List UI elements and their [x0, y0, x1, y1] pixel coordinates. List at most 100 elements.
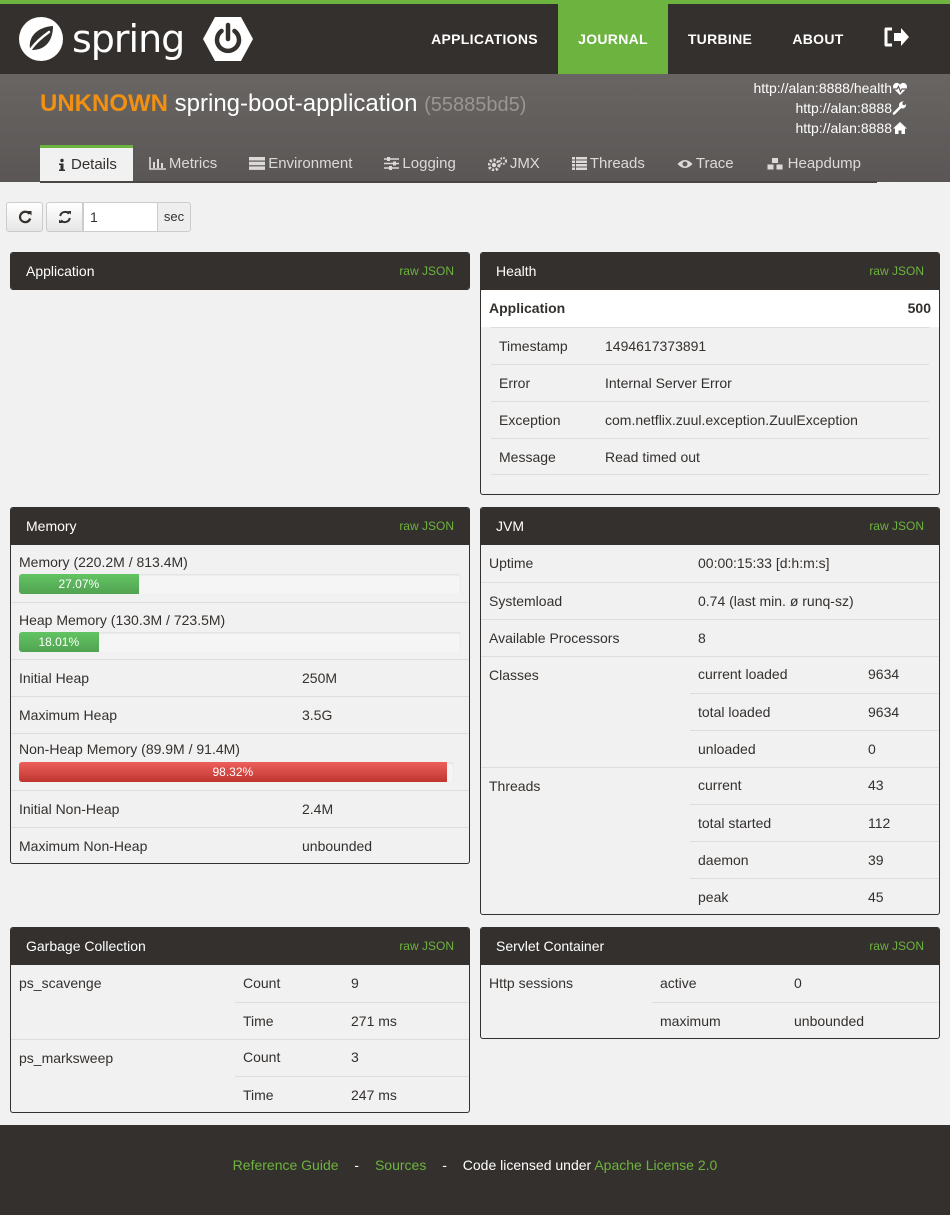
navbar: spring APPLICATIONS JOURNAL TURBINE ABOU…	[0, 4, 950, 74]
tab-heapdump[interactable]: Heapdump	[750, 145, 877, 182]
cubes-icon	[766, 156, 784, 170]
servlet-subrow: maximum unbounded	[652, 1002, 939, 1038]
memory-key: Initial Non-Heap	[19, 801, 120, 817]
raw-json-link[interactable]: raw JSON	[869, 253, 924, 290]
health-summary-label: Application	[489, 300, 566, 316]
gc-metric-key: Count	[243, 975, 281, 991]
health-status-code: 500	[907, 300, 931, 316]
health-value: Read timed out	[605, 449, 700, 465]
jvm-value: 8	[698, 630, 706, 646]
refresh-interval-input[interactable]	[83, 202, 157, 232]
health-url-link[interactable]: http://alan:8888/health	[753, 80, 892, 96]
panel-header: Memory raw JSON	[11, 508, 469, 545]
memory-total-row: Memory (220.2M / 813.4M) 27.07%	[11, 545, 469, 603]
systemload-row: Systemload 0.74 (last min. ø runq-sz)	[481, 582, 939, 619]
tab-label: Metrics	[168, 154, 218, 172]
sliders-icon	[384, 157, 400, 170]
memory-panel: Memory raw JSON Memory (220.2M / 813.4M)…	[10, 507, 470, 864]
health-summary-row: Application 500	[481, 290, 939, 327]
memory-key: Maximum Non-Heap	[19, 838, 148, 854]
raw-json-link[interactable]: raw JSON	[869, 508, 924, 545]
refresh-controls: sec	[6, 202, 191, 232]
jvm-panel: JVM raw JSON Uptime 00:00:15:33 [d:h:m:s…	[480, 507, 940, 915]
gc-metric-row: Time 247 ms	[235, 1076, 469, 1112]
jvm-subkey: current loaded	[698, 666, 788, 682]
health-value: com.netflix.zuul.exception.ZuulException	[605, 412, 858, 428]
refresh-button[interactable]	[6, 202, 43, 232]
memory-value: 2.4M	[302, 801, 334, 817]
health-row: Message Read timed out	[491, 438, 929, 475]
gc-metric-value: 3	[351, 1049, 359, 1065]
raw-json-link[interactable]: raw JSON	[399, 508, 454, 545]
management-url-link[interactable]: http://alan:8888	[795, 100, 892, 116]
nav-about[interactable]: ABOUT	[778, 4, 858, 74]
nav-turbine[interactable]: TURBINE	[675, 4, 765, 74]
auto-refresh-button[interactable]	[46, 202, 83, 232]
gc-metric-row: Time 271 ms	[235, 1002, 469, 1039]
tab-details[interactable]: Details	[40, 145, 133, 182]
servlet-container-panel: Servlet Container raw JSON Http sessions…	[480, 927, 940, 1039]
panel-title: Servlet Container	[496, 938, 605, 954]
threads-subrow: total started 112	[690, 804, 939, 841]
heap-progress: 18.01%	[19, 632, 461, 652]
logout-icon[interactable]	[880, 22, 912, 52]
tab-metrics[interactable]: Metrics	[133, 145, 233, 182]
jvm-subvalue: 39	[868, 852, 884, 868]
detail-tabs: Details Metrics Environment Logging JMX …	[40, 145, 877, 182]
threads-subrow: peak 45	[690, 878, 939, 914]
nav-applications[interactable]: APPLICATIONS	[418, 4, 551, 74]
reference-guide-link[interactable]: Reference Guide	[233, 1157, 339, 1173]
footer-separator: -	[354, 1157, 360, 1173]
jvm-subkey: total started	[698, 815, 772, 831]
jvm-key: Available Processors	[489, 630, 620, 646]
jvm-subkey: daemon	[698, 852, 749, 868]
gc-metric-key: Time	[243, 1013, 274, 1029]
memory-value: unbounded	[302, 838, 373, 854]
tab-logging[interactable]: Logging	[368, 145, 471, 182]
tab-label: JMX	[509, 154, 540, 172]
raw-json-link[interactable]: raw JSON	[399, 928, 454, 965]
footer: Reference Guide - Sources - Code license…	[0, 1125, 950, 1215]
tab-label: Trace	[695, 154, 734, 172]
service-url-link[interactable]: http://alan:8888	[795, 120, 892, 136]
jvm-subvalue: 9634	[868, 666, 900, 682]
panel-header: Servlet Container raw JSON	[481, 928, 939, 965]
memory-value: 250M	[302, 670, 338, 686]
jvm-value: 00:00:15:33 [d:h:m:s]	[698, 555, 830, 571]
apache-license-link[interactable]: Apache License 2.0	[594, 1157, 717, 1173]
jvm-subkey: unloaded	[698, 741, 756, 757]
nonheap-progress: 98.32%	[19, 762, 454, 782]
tab-label: Details	[71, 156, 117, 173]
application-panel: Application raw JSON	[10, 252, 470, 290]
heap-progress-fill: 18.01%	[19, 632, 99, 652]
tab-threads[interactable]: Threads	[556, 145, 661, 182]
nonheap-memory-row: Non-Heap Memory (89.9M / 91.4M) 98.32%	[11, 733, 469, 791]
spring-logo[interactable]: spring	[18, 14, 185, 64]
logo-text: spring	[72, 17, 185, 61]
gc-metric-row: Count 9	[235, 965, 469, 1002]
gc-metric-key: Time	[243, 1087, 274, 1103]
gc-metric-value: 247 ms	[351, 1087, 397, 1103]
health-value: 1494617373891	[605, 338, 707, 354]
sources-link[interactable]: Sources	[375, 1157, 426, 1173]
panel-title: Memory	[26, 518, 77, 534]
tab-jmx[interactable]: JMX	[472, 145, 556, 182]
wrench-icon	[892, 101, 906, 115]
raw-json-link[interactable]: raw JSON	[869, 928, 924, 965]
raw-json-link[interactable]: raw JSON	[399, 253, 454, 289]
servlet-subvalue: unbounded	[794, 1013, 865, 1029]
tab-trace[interactable]: Trace	[661, 145, 750, 182]
nav-journal[interactable]: JOURNAL	[558, 4, 668, 74]
health-panel: Health raw JSON Application 500 Timestam…	[480, 252, 940, 495]
sync-icon	[58, 210, 71, 224]
jvm-subkey: total loaded	[698, 704, 771, 720]
jvm-subvalue: 45	[868, 889, 884, 905]
servlet-subkey: maximum	[660, 1013, 721, 1029]
health-key: Timestamp	[499, 338, 568, 354]
memory-progress-fill: 27.07%	[19, 574, 139, 594]
spring-boot-power-icon[interactable]	[203, 16, 253, 62]
footer-separator: -	[442, 1157, 447, 1173]
tab-environment[interactable]: Environment	[233, 145, 368, 182]
uptime-row: Uptime 00:00:15:33 [d:h:m:s]	[481, 545, 939, 582]
tab-label: Environment	[268, 154, 353, 172]
